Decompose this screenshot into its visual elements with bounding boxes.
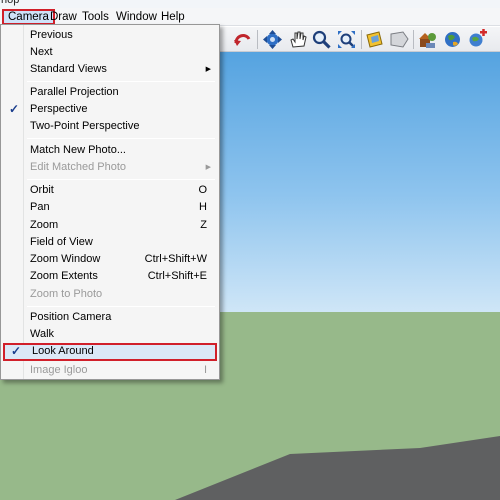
undo-curve-icon[interactable] [232, 29, 253, 50]
menu-draw[interactable]: Draw [46, 9, 81, 25]
menu-item-standard-views[interactable]: Standard Views ▶ [3, 61, 217, 78]
menu-separator [27, 138, 215, 139]
menu-item-parallel-projection[interactable]: Parallel Projection [3, 84, 217, 101]
menu-item-two-point-perspective[interactable]: Two-Point Perspective [3, 118, 217, 135]
submenu-arrow-icon: ▶ [205, 66, 211, 73]
shortcut-label: O [198, 184, 207, 196]
checkmark-icon: ✓ [11, 344, 22, 358]
submenu-arrow-icon: ▶ [205, 164, 211, 171]
menu-separator [27, 306, 215, 307]
menu-item-zoom[interactable]: Zoom Z [3, 217, 217, 234]
menu-item-pan[interactable]: Pan H [3, 199, 217, 216]
menu-separator [27, 179, 215, 180]
checkmark-icon: ✓ [9, 102, 20, 116]
toolbar-separator [361, 30, 362, 49]
orbit-icon[interactable] [262, 29, 283, 50]
menu-item-image-igloo: Image Igloo I [3, 362, 217, 379]
shortcut-label: Z [200, 219, 207, 231]
3d-warehouse-icon[interactable] [417, 29, 438, 50]
toolbar-separator [257, 30, 258, 49]
menu-item-look-around[interactable]: ✓ Look Around [3, 343, 217, 361]
menu-item-next[interactable]: Next [3, 44, 217, 61]
menu-item-edit-matched-photo: Edit Matched Photo ▶ [3, 159, 217, 176]
menu-help[interactable]: Help [157, 9, 189, 25]
menu-separator [27, 81, 215, 82]
menu-item-perspective[interactable]: ✓ Perspective [3, 101, 217, 118]
menu-item-position-camera[interactable]: Position Camera [3, 309, 217, 326]
zoom-extents-icon[interactable] [336, 29, 357, 50]
toolbar-separator [413, 30, 414, 49]
get-models-icon[interactable] [364, 29, 385, 50]
shortcut-label: Ctrl+Shift+W [144, 253, 207, 265]
share-model-icon[interactable] [389, 29, 410, 50]
shortcut-label: H [199, 201, 207, 213]
menu-item-match-new-photo[interactable]: Match New Photo... [3, 142, 217, 159]
menu-item-field-of-view[interactable]: Field of View [3, 234, 217, 251]
menu-item-orbit[interactable]: Orbit O [3, 182, 217, 199]
menu-item-previous[interactable]: Previous [3, 27, 217, 44]
menu-tools[interactable]: Tools [78, 9, 113, 25]
shortcut-label: Ctrl+Shift+E [147, 270, 207, 282]
menu-item-zoom-extents[interactable]: Zoom Extents Ctrl+Shift+E [3, 268, 217, 285]
zoom-magnifier-icon[interactable] [311, 29, 332, 50]
menu-item-walk[interactable]: Walk [3, 326, 217, 343]
menu-window[interactable]: Window [112, 9, 161, 25]
menu-item-zoom-window[interactable]: Zoom Window Ctrl+Shift+W [3, 251, 217, 268]
shortcut-label: I [203, 364, 207, 376]
add-location-icon[interactable] [467, 29, 488, 50]
pan-hand-icon[interactable] [287, 29, 308, 50]
window-title: hop [1, 0, 20, 6]
window-title-bar: hop [0, 0, 500, 8]
menu-item-zoom-to-photo: Zoom to Photo [30, 288, 103, 300]
google-earth-icon[interactable] [442, 29, 463, 50]
camera-menu: Previous Next Standard Views ▶ Parallel … [0, 24, 220, 380]
